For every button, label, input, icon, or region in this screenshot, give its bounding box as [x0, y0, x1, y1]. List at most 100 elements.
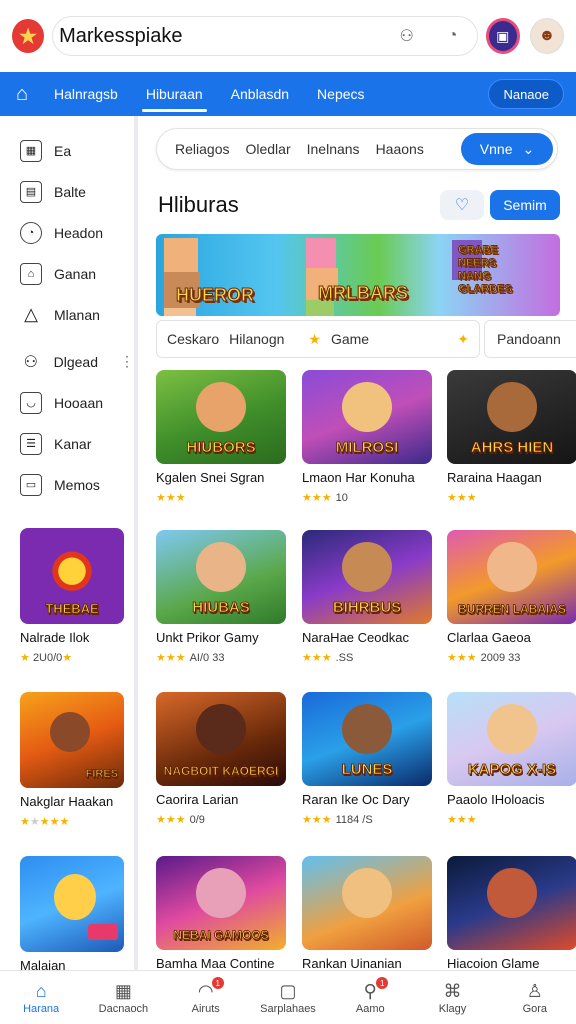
game-card[interactable]: Hiacoion Glame	[447, 856, 576, 971]
sidebar-item-memos[interactable]: ▭ Memos	[0, 464, 134, 505]
id-card-icon: ▣	[496, 27, 510, 44]
star-icon: ★★★	[156, 814, 186, 826]
tab-hiburaan[interactable]: Hiburaan	[132, 72, 217, 116]
nav-action-button[interactable]: Nanaoe	[488, 79, 564, 109]
game-card[interactable]: BURREN LABAIAS Clarlaa Gaeoa ★★★ 2009 33	[447, 530, 576, 664]
game-thumbnail: BURREN LABAIAS	[447, 530, 576, 624]
banner-text: HUEROR	[175, 285, 255, 306]
game-title: Raraina Haagan	[447, 470, 542, 485]
filter-dropdown-button[interactable]: Vnne ⌄	[461, 133, 553, 165]
sidebar-item-kanar[interactable]: ☰ Kanar	[0, 423, 134, 464]
game-thumbnail: NEBAI GAMOOS	[156, 856, 286, 950]
promo-banner[interactable]: HUEROR MRLBARS GRABE NEERS NANG GLARDES	[156, 234, 560, 316]
game-rating: ★★★	[447, 491, 576, 504]
bottom-nav-person[interactable]: ◠ 1 Airuts	[165, 971, 247, 1024]
id-card-button[interactable]: ▣	[485, 18, 520, 54]
game-title: Bamha Maa Contine	[156, 956, 275, 971]
tab-anblasdn[interactable]: Anblasdn	[217, 72, 303, 116]
profile-icon: ♙	[526, 980, 543, 1001]
character-art	[342, 542, 392, 592]
note-icon: ▭	[20, 473, 42, 496]
chip-ceskaro[interactable]: Ceskaro	[167, 331, 219, 347]
filter-haaons[interactable]: Haaons	[368, 141, 432, 157]
sidebar-item-ganan[interactable]: ⌂ Ganan	[0, 253, 134, 294]
game-card[interactable]: MILROSI Lmaon Har Konuha ★★★ 10	[302, 370, 432, 504]
game-title: Raran Ike Oc Dary	[302, 792, 410, 807]
tab-halnragsb[interactable]: Halnragsb	[40, 72, 132, 116]
chip-hilanogn[interactable]: Hilanogn	[229, 331, 284, 347]
bottom-nav-calendar[interactable]: ▦ Dacnaoch	[82, 971, 164, 1024]
side-game-card[interactable]: Malaian	[20, 856, 124, 973]
game-thumbnail: AHRS HIEN	[447, 370, 576, 464]
star-icon: ★★★	[302, 814, 332, 826]
chip-row: Ceskaro Hilanogn ★ Game ✦	[156, 320, 480, 358]
game-card[interactable]: NAGBOIT KAOERGI Caorira Larian ★★★ 0/9	[156, 692, 286, 826]
filter-reliagos[interactable]: Reliagos	[167, 141, 237, 157]
avatar[interactable]: ☻	[529, 18, 564, 54]
filter-inelnans[interactable]: Inelnans	[299, 141, 368, 157]
sidebar-item-ea[interactable]: ▦ Ea	[0, 130, 134, 171]
home-icon[interactable]: ⌂	[16, 83, 40, 106]
game-title: Unkt Prikor Gamy	[156, 630, 259, 645]
gamepad-icon[interactable]: ⚇	[393, 22, 421, 50]
game-art-title: HIUBAS	[192, 599, 250, 617]
star-logo-icon[interactable]: ★	[12, 19, 45, 53]
game-art-title: NEBAI GAMOOS	[173, 928, 269, 943]
avatar-icon: ☻	[538, 27, 556, 44]
chip-pandoann[interactable]: Pandoann	[484, 320, 576, 358]
primary-button[interactable]: Semim	[490, 190, 560, 220]
game-card[interactable]: BIHRBUS NaraHae Ceodkac ★★★ .SS	[302, 530, 432, 664]
side-game-card[interactable]: FIRES Nakglar Haakan ★★★★★	[20, 692, 124, 828]
bottom-nav-search[interactable]: ⚲ 1 Aamo	[329, 971, 411, 1024]
side-game-card[interactable]: THEBAE Nalrade Ilok ★ 2U0/0★	[20, 528, 124, 664]
game-card[interactable]: KAPOG X-IS Paaolo IHoloacis ★★★	[447, 692, 576, 826]
bottom-nav-home[interactable]: ⌂ Harana	[0, 971, 82, 1024]
game-art-title: NAGBOIT KAOERGI	[163, 764, 279, 779]
box-icon: ⌂	[20, 262, 42, 285]
bottom-nav-profile[interactable]: ♙ Gora	[494, 971, 576, 1024]
search-bar[interactable]: Markesspiake ⚇ ◔	[52, 16, 478, 56]
sidebar-item-hooaan[interactable]: ◡ Hooaan	[0, 382, 134, 423]
filter-oledlar[interactable]: Oledlar	[237, 141, 298, 157]
sidebar-item-balte[interactable]: ▤ Balte	[0, 171, 134, 212]
character-art	[196, 868, 246, 918]
game-title: Clarlaa Gaeoa	[447, 630, 531, 645]
rating-value: .SS	[335, 652, 354, 664]
game-thumbnail: HIUBAS	[156, 530, 286, 624]
game-thumbnail: MILROSI	[302, 370, 432, 464]
character-art	[487, 542, 537, 592]
sidebar-item-mlanan[interactable]: △ Mlanan	[0, 294, 134, 335]
chat-icon: ◡	[20, 391, 42, 414]
game-card[interactable]: LUNES Raran Ike Oc Dary ★★★ 1184 /S	[302, 692, 432, 826]
game-art-title: BURREN LABAIAS	[458, 602, 567, 617]
banner-art: HUEROR	[164, 238, 294, 316]
game-card[interactable]: HIUBAS Unkt Prikor Gamy ★★★ AI/0 33	[156, 530, 286, 664]
sidebar-item-label: Balte	[54, 183, 86, 200]
game-thumbnail: HIUBORS	[156, 370, 286, 464]
tab-nepecs[interactable]: Nepecs	[303, 72, 378, 116]
game-rating: ★★★ 1184 /S	[302, 813, 432, 826]
character-art	[196, 704, 246, 754]
star-icon: ★★★	[302, 492, 332, 504]
game-card[interactable]: NEBAI GAMOOS Bamha Maa Contine	[156, 856, 286, 971]
sidebar-item-dlgead[interactable]: ⚇ Dlgead ⋮	[0, 341, 134, 382]
game-thumbnail: KAPOG X-IS	[447, 692, 576, 786]
sidebar-item-label: Ea	[54, 142, 72, 159]
favorite-button[interactable]: ♡	[440, 190, 484, 220]
character-art	[196, 382, 246, 432]
game-thumbnail	[20, 856, 124, 952]
game-title: Paaolo IHoloacis	[447, 792, 545, 807]
more-icon[interactable]: ⋮	[120, 353, 134, 370]
section-title: Hliburas	[158, 192, 239, 217]
rating-value: 10	[335, 492, 348, 504]
game-card[interactable]: Rankan Uinanian	[302, 856, 432, 971]
bottom-nav-tag[interactable]: ⌘ Klagy	[411, 971, 493, 1024]
game-title: Caorira Larian	[156, 792, 239, 807]
chip-game[interactable]: Game	[331, 331, 369, 347]
bottom-nav-gift[interactable]: ▢ Sarplahaes	[247, 971, 329, 1024]
timer-icon[interactable]: ◔	[439, 22, 467, 50]
game-card[interactable]: AHRS HIEN Raraina Haagan ★★★	[447, 370, 576, 504]
game-rating: ★★★ 2009 33	[447, 651, 576, 664]
sidebar-item-headon[interactable]: ◔ Headon	[0, 212, 134, 253]
game-card[interactable]: HIUBORS Kgalen Snei Sgran ★★★	[156, 370, 286, 504]
